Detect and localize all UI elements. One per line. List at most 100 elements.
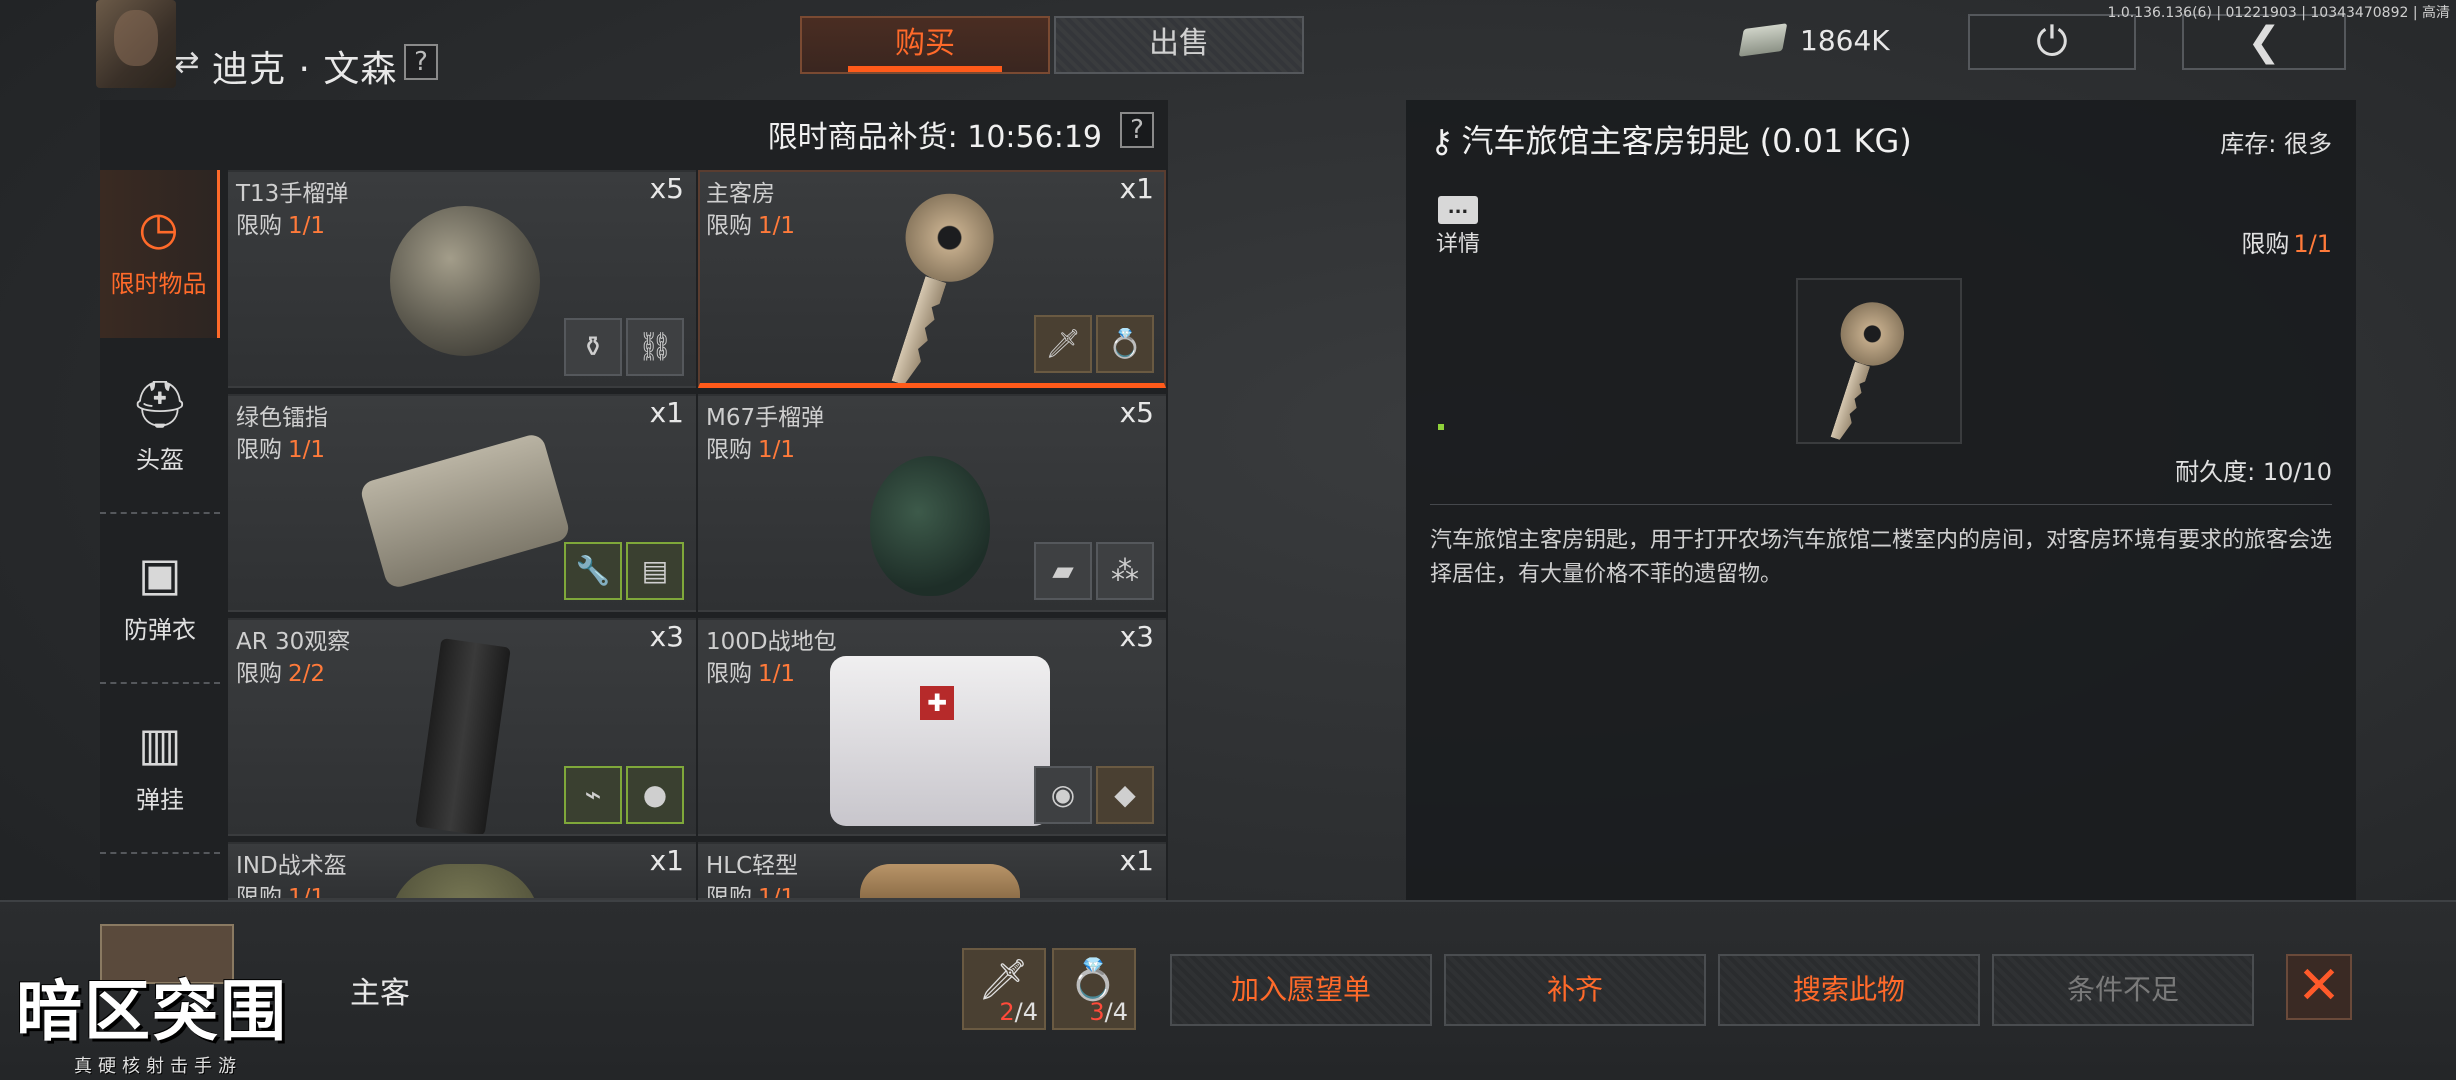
material-slot: ▤ bbox=[626, 542, 684, 600]
material-slot: ◉ bbox=[1034, 766, 1092, 824]
detail-item-image bbox=[1796, 278, 1962, 444]
item-quantity: x1 bbox=[1119, 172, 1154, 205]
item-limit: 限购 1/1 bbox=[236, 437, 326, 463]
requirement-knife[interactable]: 🗡 2/4 bbox=[962, 948, 1046, 1030]
detail-durability: 耐久度: 10/10 bbox=[2175, 458, 2332, 486]
power-icon: ⏻ bbox=[2036, 19, 2068, 65]
helmet-icon: ⛑ bbox=[130, 377, 190, 431]
money-amount: 1864K bbox=[1800, 24, 1890, 57]
ring-icon: 💍 bbox=[1068, 957, 1118, 1003]
category-label: 限时物品 bbox=[110, 270, 207, 298]
item-quantity: x3 bbox=[1119, 620, 1154, 653]
key-icon: ⚷ bbox=[1430, 122, 1454, 160]
item-name: M67手榴弹 bbox=[706, 405, 825, 431]
detail-description: 汽车旅馆主客房钥匙，用于打开农场汽车旅馆二楼室内的房间，对客房环境有要求的旅客会… bbox=[1430, 528, 2333, 587]
item-limit: 限购 1/1 bbox=[706, 213, 796, 239]
material-slot: ● bbox=[626, 766, 684, 824]
close-icon[interactable]: ✕ bbox=[2286, 954, 2352, 1020]
buy-disabled-button[interactable]: 条件不足 bbox=[1992, 954, 2254, 1026]
chest-rig-icon: ▥ bbox=[138, 717, 182, 771]
vest-icon: ▣ bbox=[138, 547, 182, 601]
category-more[interactable] bbox=[100, 856, 220, 900]
category-label: 弹挂 bbox=[136, 786, 184, 814]
status-dot bbox=[1438, 424, 1444, 430]
knife-icon: 🗡 bbox=[978, 957, 1029, 1003]
grenade-image bbox=[870, 456, 990, 596]
info-icon[interactable]: ... bbox=[1438, 196, 1478, 224]
laser-image bbox=[358, 431, 572, 591]
detail-title: ⚷ 汽车旅馆主客房钥匙 (0.01 KG) bbox=[1430, 122, 1912, 160]
tab-buy[interactable]: 购买 bbox=[800, 16, 1050, 74]
shop-item-green-laser[interactable]: 绿色镭指 限购 1/1 x1 🔧 ▤ bbox=[228, 394, 696, 612]
search-item-button[interactable]: 搜索此物 bbox=[1718, 954, 1980, 1026]
item-name: AR 30观察 bbox=[236, 629, 351, 655]
shop-item-hlc-rig[interactable]: HLC轻型 限购 1/1 x1 bbox=[698, 842, 1166, 900]
material-slot: ◆ bbox=[1096, 766, 1154, 824]
power-button[interactable]: ⏻ bbox=[1968, 14, 2136, 70]
tab-sell-label: 出售 bbox=[1149, 26, 1209, 61]
restock-help-button[interactable]: ? bbox=[1120, 112, 1154, 148]
pouch-image: ✚ bbox=[830, 656, 1050, 826]
shop-item-ar30-magazine[interactable]: AR 30观察 限购 2/2 x3 ⌁ ● bbox=[228, 618, 696, 836]
tab-active-indicator bbox=[848, 66, 1002, 72]
detail-limit: 限购 1/1 bbox=[2241, 230, 2332, 258]
shop-item-t13-grenade[interactable]: T13手榴弹 限购 1/1 x5 ⚱ ⛓ bbox=[228, 170, 696, 388]
item-name: 绿色镭指 bbox=[236, 405, 328, 431]
shop-item-master-room-key[interactable]: 主客房 限购 1/1 x1 🗡 💍 bbox=[698, 170, 1166, 388]
material-slot: ⚱ bbox=[564, 318, 622, 376]
item-name: IND战术盔 bbox=[236, 853, 347, 879]
item-materials: ⌁ ● bbox=[564, 766, 684, 824]
requirement-count: 2/4 bbox=[999, 998, 1038, 1026]
helmet-image bbox=[390, 864, 540, 898]
item-quantity: x1 bbox=[1119, 844, 1154, 877]
divider bbox=[1430, 504, 2332, 505]
category-label: 头盔 bbox=[136, 446, 184, 474]
item-materials: 🔧 ▤ bbox=[564, 542, 684, 600]
item-quantity: x1 bbox=[649, 844, 684, 877]
back-button[interactable]: ❮ bbox=[2182, 14, 2346, 70]
item-materials: 🗡 💍 bbox=[1034, 315, 1154, 373]
knife-icon: 🗡 bbox=[1034, 315, 1092, 373]
item-limit: 限购 2/2 bbox=[236, 661, 326, 687]
item-limit: 限购 1/1 bbox=[706, 661, 796, 687]
requirement-ring[interactable]: 💍 3/4 bbox=[1052, 948, 1136, 1030]
item-quantity: x5 bbox=[649, 172, 684, 205]
chevron-left-icon: ❮ bbox=[2247, 19, 2281, 65]
game-logo: 暗区突围 真硬核射击手游 bbox=[12, 958, 362, 1078]
requirement-count: 3/4 bbox=[1089, 998, 1128, 1026]
logo-title: 暗区突围 bbox=[16, 973, 288, 1050]
tab-sell[interactable]: 出售 bbox=[1054, 16, 1304, 74]
shop-item-m67-grenade[interactable]: M67手榴弹 限购 1/1 x5 ▰ ⁂ bbox=[698, 394, 1166, 612]
item-limit: 限购 1/1 bbox=[236, 213, 326, 239]
material-slot: ⛓ bbox=[626, 318, 684, 376]
item-materials: ◉ ◆ bbox=[1034, 766, 1154, 824]
category-helmet[interactable]: ⛑ 头盔 bbox=[100, 346, 220, 514]
item-name: 主客房 bbox=[706, 181, 775, 207]
logo-subtitle: 真硬核射击手游 bbox=[74, 1056, 242, 1077]
item-limit: 限购 1/1 bbox=[706, 437, 796, 463]
rig-image bbox=[860, 864, 1020, 898]
swap-trader-icon[interactable]: ⇄ bbox=[170, 46, 204, 80]
material-slot: ▰ bbox=[1034, 542, 1092, 600]
trader-avatar bbox=[96, 0, 176, 88]
version-info: 1.0.136.136(6) | 01221903 | 10343470892 … bbox=[2107, 5, 2450, 21]
restock-timer: 限时商品补货: 10:56:19 bbox=[767, 120, 1102, 155]
tab-buy-label: 购买 bbox=[895, 26, 955, 61]
key-image bbox=[863, 182, 1006, 387]
item-limit: 限购 1/1 bbox=[236, 885, 326, 900]
category-chest-rig[interactable]: ▥ 弹挂 bbox=[100, 686, 220, 854]
trader-help-button[interactable]: ? bbox=[404, 44, 438, 80]
trader-name: 迪克 · 文森 bbox=[212, 49, 398, 90]
category-limited[interactable]: ◷ 限时物品 bbox=[100, 170, 220, 338]
detail-info-label[interactable]: 详情 bbox=[1436, 226, 1480, 258]
shop-item-100d-pouch[interactable]: 100D战地包 限购 1/1 x3 ✚ ◉ ◆ bbox=[698, 618, 1166, 836]
item-name: HLC轻型 bbox=[706, 853, 799, 879]
add-to-wishlist-button[interactable]: 加入愿望单 bbox=[1170, 954, 1432, 1026]
magazine-image bbox=[415, 638, 511, 834]
money-icon bbox=[1738, 23, 1788, 57]
replenish-button[interactable]: 补齐 bbox=[1444, 954, 1706, 1026]
detail-stock: 库存: 很多 bbox=[2220, 130, 2332, 158]
item-name: T13手榴弹 bbox=[236, 181, 349, 207]
shop-item-ind-helmet[interactable]: IND战术盔 限购 1/1 x1 bbox=[228, 842, 696, 900]
category-vest[interactable]: ▣ 防弹衣 bbox=[100, 516, 220, 684]
